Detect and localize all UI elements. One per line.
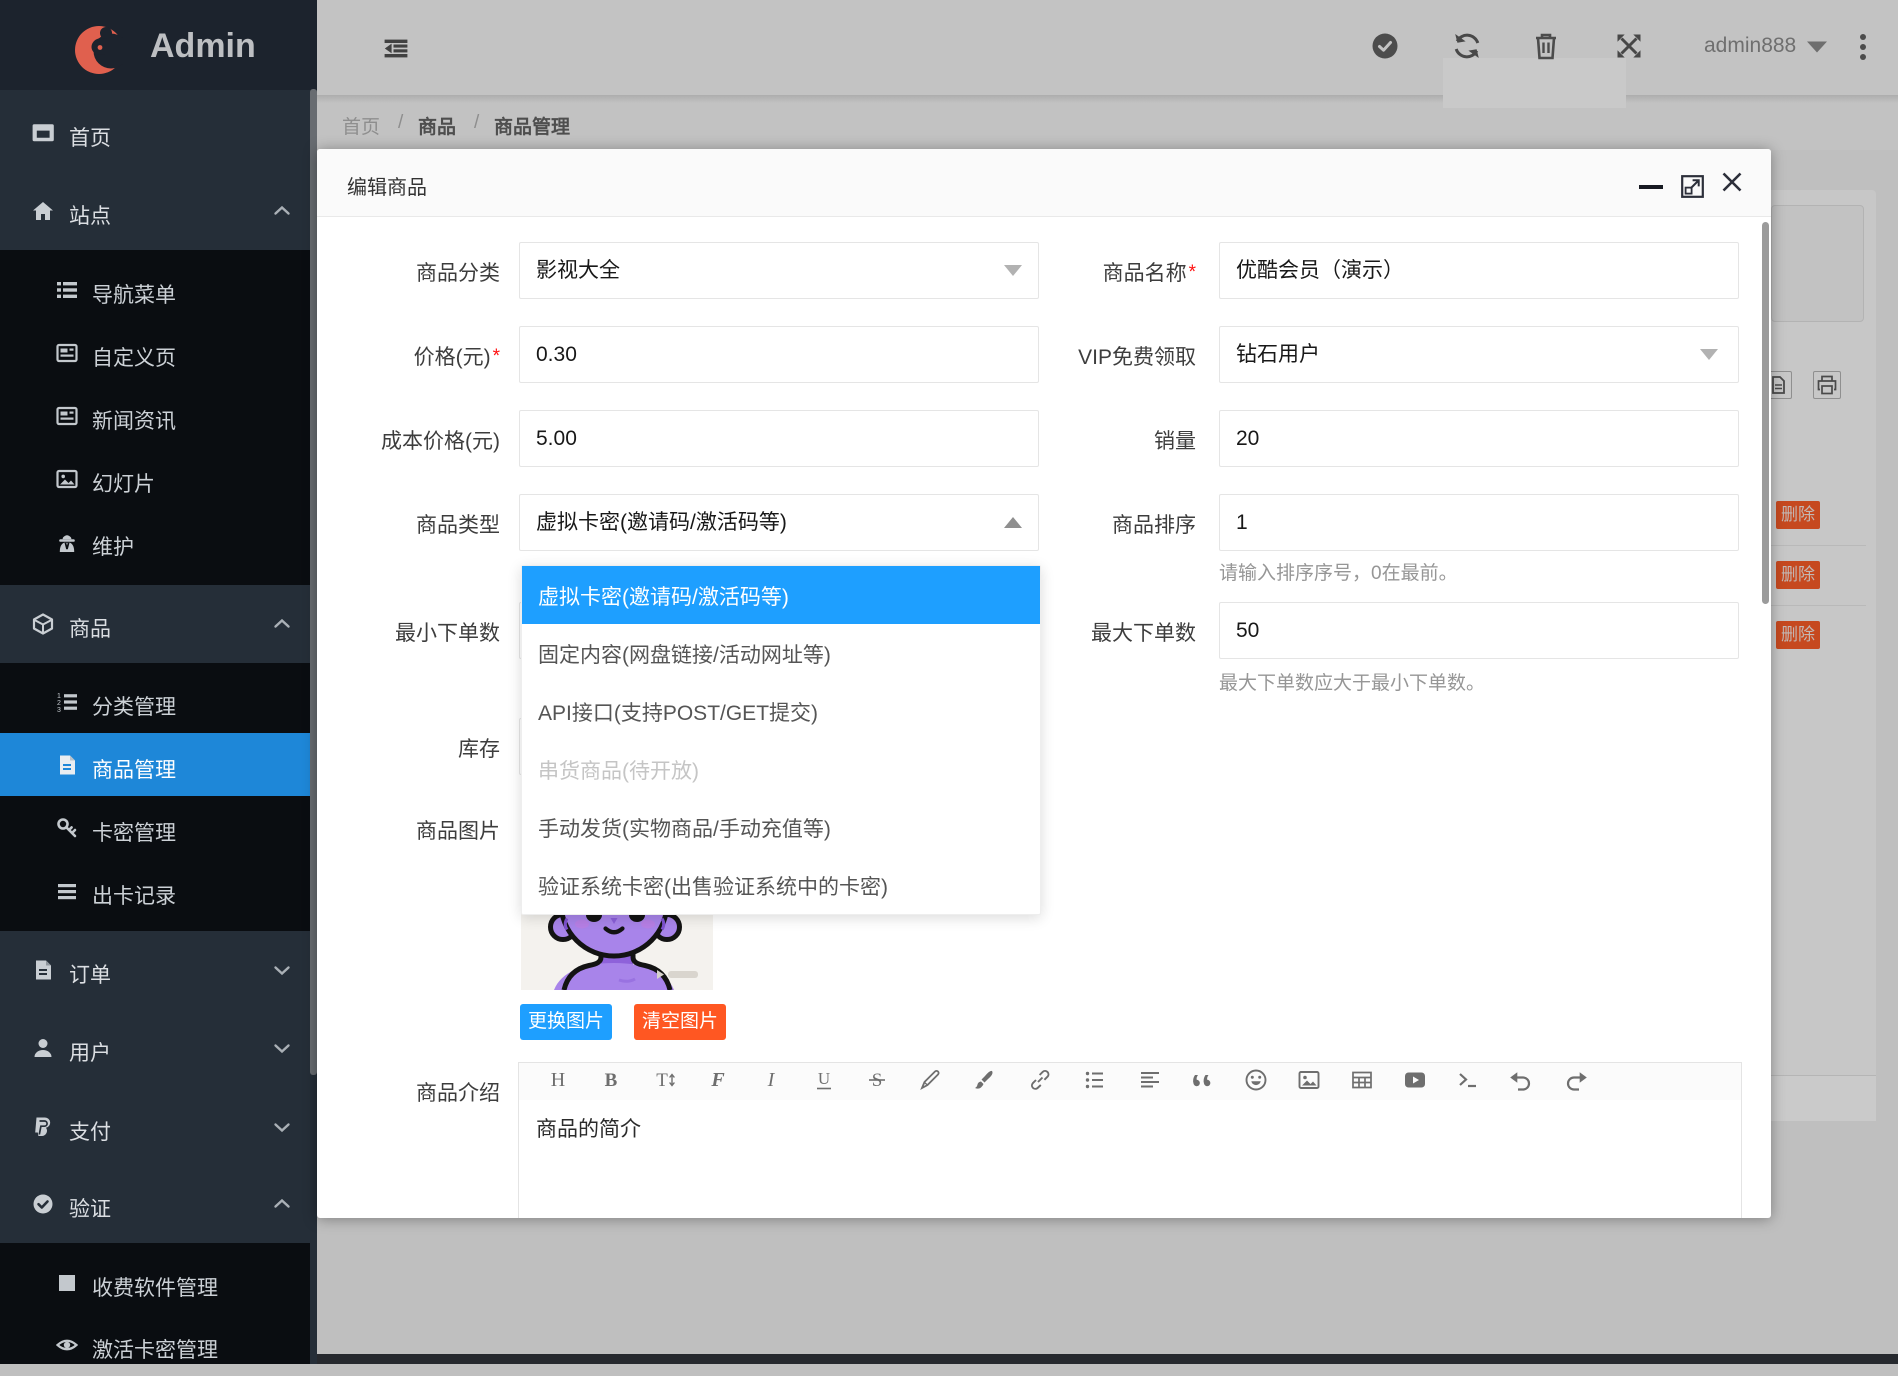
svg-text:2: 2 bbox=[57, 700, 61, 707]
svg-text:U: U bbox=[818, 1069, 830, 1088]
svg-text:T: T bbox=[656, 1070, 668, 1091]
svg-text:I: I bbox=[767, 1069, 776, 1091]
svg-text:3: 3 bbox=[57, 707, 61, 713]
svg-text:B: B bbox=[605, 1070, 618, 1091]
svg-text:H: H bbox=[551, 1069, 565, 1091]
svg-text:F: F bbox=[710, 1069, 725, 1091]
svg-text:1: 1 bbox=[57, 693, 61, 700]
